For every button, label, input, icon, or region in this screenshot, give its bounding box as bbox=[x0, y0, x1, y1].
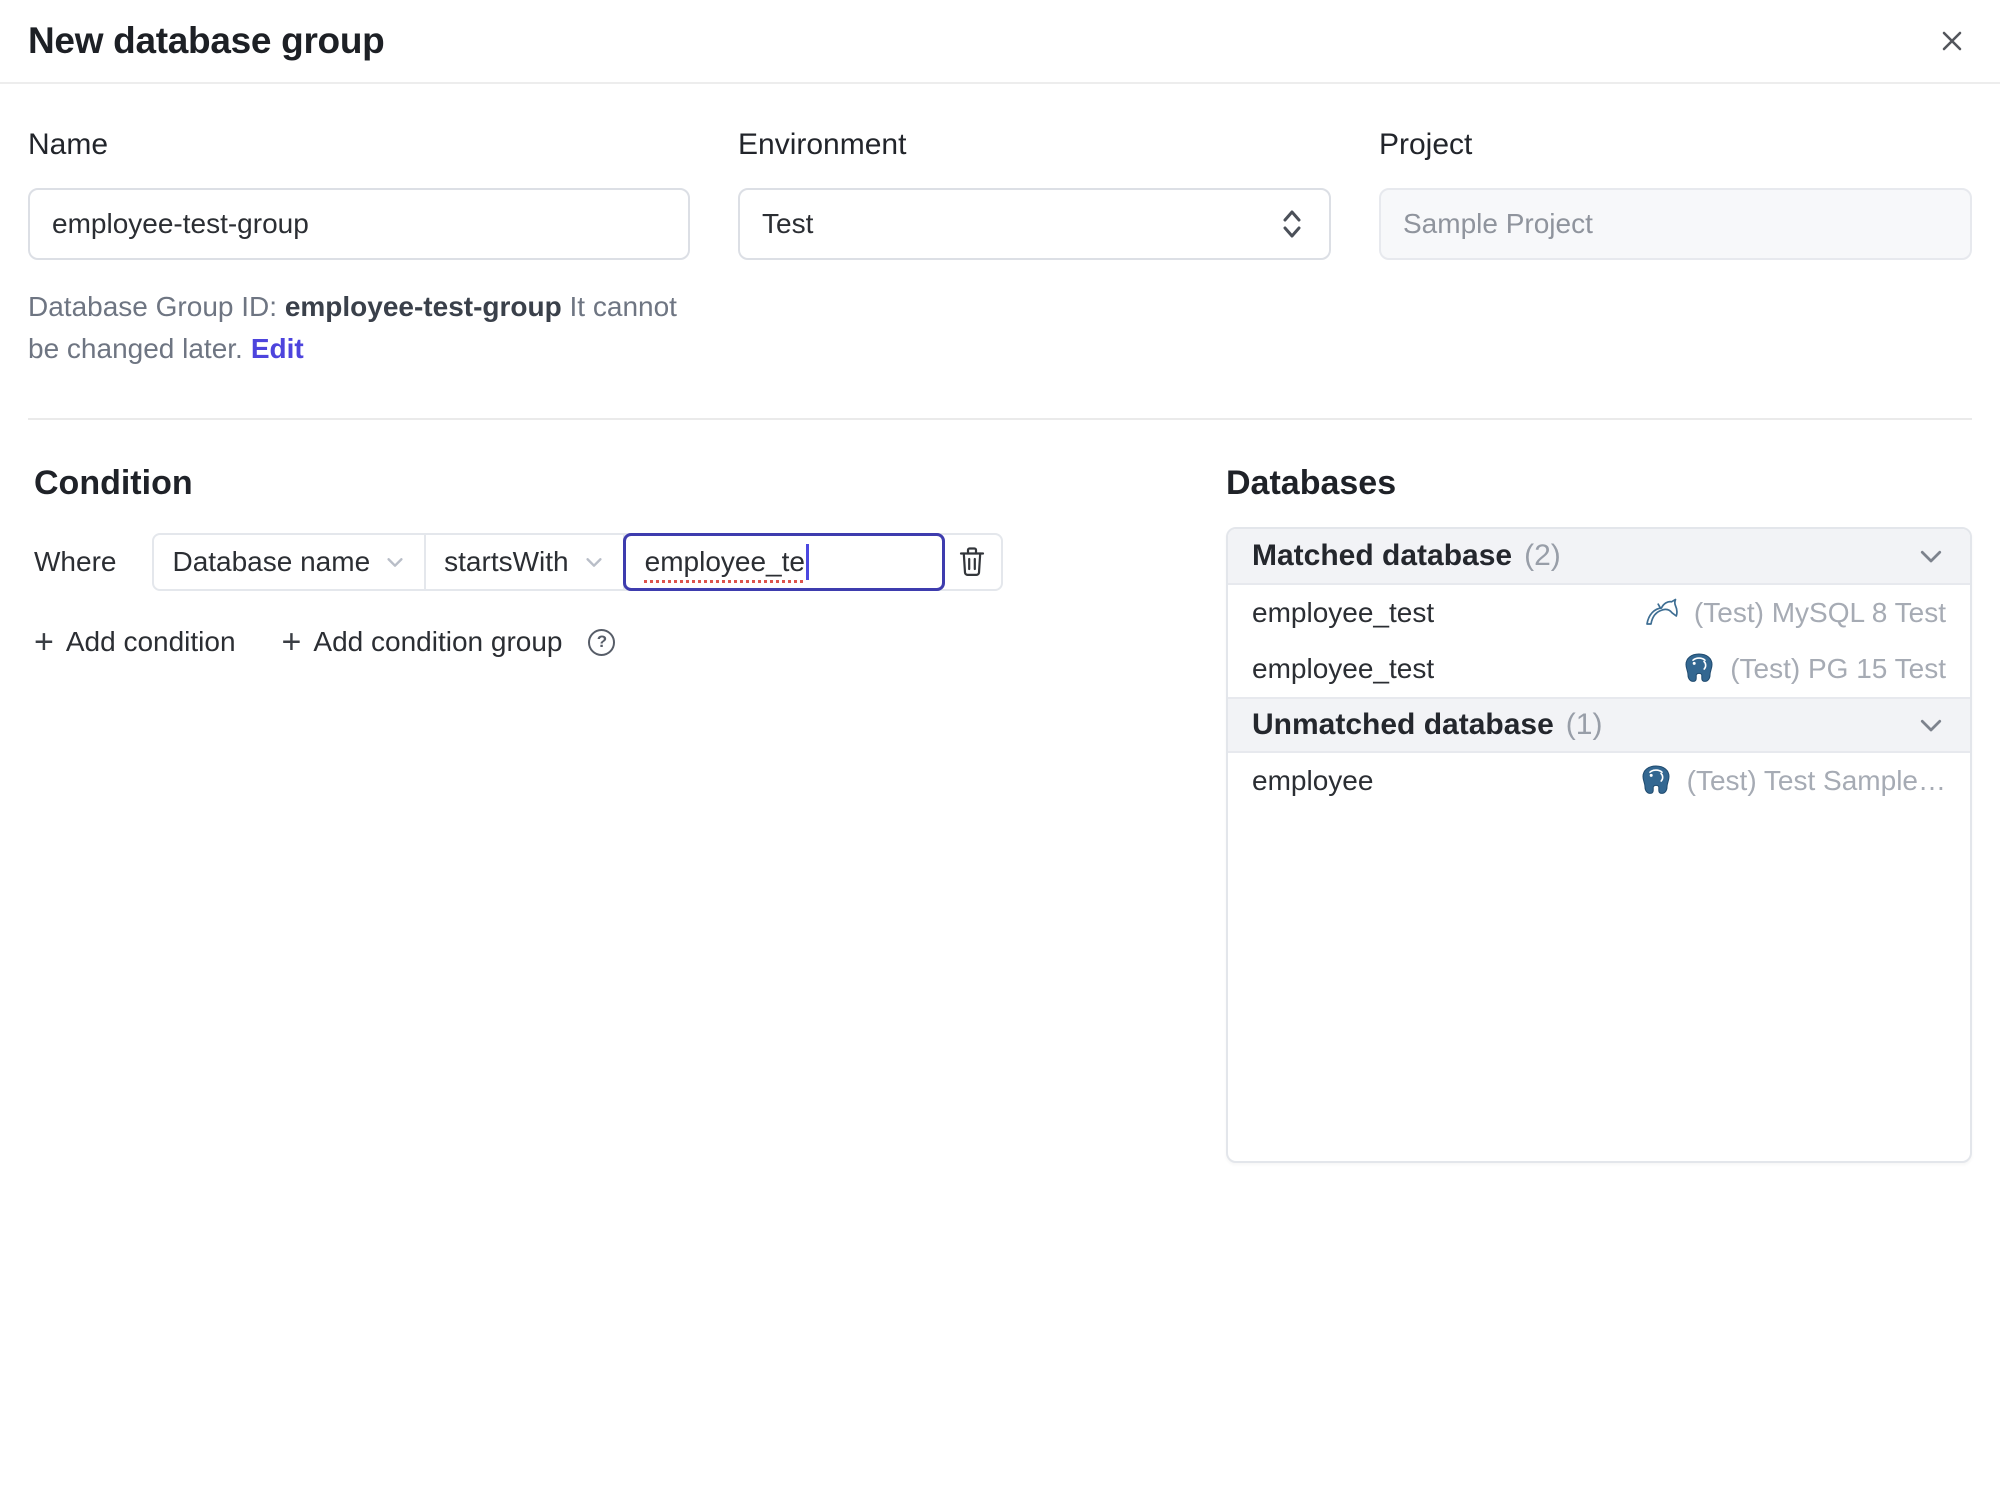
project-input[interactable]: Sample Project bbox=[1379, 188, 1972, 260]
environment-select[interactable]: Test bbox=[738, 188, 1331, 260]
name-field-group: Name employee-test-group Database Group … bbox=[28, 128, 690, 370]
section-divider bbox=[28, 418, 1972, 420]
databases-heading: Databases bbox=[1226, 464, 1397, 502]
project-input-value: Sample Project bbox=[1403, 208, 1593, 239]
condition-value-input[interactable]: employee_te bbox=[622, 533, 945, 591]
condition-field-select[interactable]: Database name bbox=[154, 535, 427, 589]
chevron-down-icon bbox=[1920, 550, 1942, 563]
chevron-down-icon bbox=[586, 558, 602, 567]
plus-icon: + bbox=[34, 623, 54, 661]
name-label: Name bbox=[28, 128, 109, 161]
database-row: employee_test (Test) MySQL 8 Test bbox=[1228, 585, 1970, 641]
condition-operator-value: startsWith bbox=[444, 546, 569, 577]
id-hint-prefix: Database Group ID: bbox=[28, 291, 278, 322]
database-instance: (Test) PG 15 Test bbox=[1682, 652, 1946, 686]
project-label: Project bbox=[1379, 128, 1473, 161]
project-field-group: Project Sample Project bbox=[1379, 128, 1972, 370]
text-caret bbox=[805, 544, 809, 580]
environment-select-value: Test bbox=[762, 208, 814, 239]
condition-row: Where Database name startsWith employee_… bbox=[34, 533, 1178, 591]
add-condition-group-button[interactable]: + Add condition group ? bbox=[282, 625, 616, 659]
database-name: employee bbox=[1252, 765, 1374, 796]
matched-database-title: Matched database bbox=[1252, 539, 1513, 572]
help-icon[interactable]: ? bbox=[588, 628, 616, 656]
close-button[interactable] bbox=[1932, 21, 1972, 61]
database-instance-label: (Test) Test Sample… bbox=[1686, 765, 1946, 796]
condition-expression-group: Database name startsWith employee_te bbox=[152, 533, 1003, 591]
condition-section: Condition Where Database name startsWith bbox=[28, 464, 1178, 659]
name-input[interactable]: employee-test-group bbox=[28, 188, 690, 260]
databases-panel: Matched database (2) employee_test (Test… bbox=[1226, 527, 1972, 1163]
close-icon bbox=[1942, 31, 1962, 51]
database-instance: (Test) MySQL 8 Test bbox=[1644, 597, 1946, 629]
chevron-down-icon bbox=[387, 558, 403, 567]
delete-condition-button[interactable] bbox=[943, 535, 1001, 589]
chevron-up-down-icon bbox=[1283, 210, 1301, 238]
trash-icon bbox=[959, 547, 984, 577]
edit-link[interactable]: Edit bbox=[251, 333, 304, 364]
postgres-icon bbox=[1642, 765, 1670, 794]
database-group-id-hint: Database Group ID: employee-test-group I… bbox=[28, 286, 690, 370]
databases-section: Databases Matched database (2) employee_… bbox=[1226, 464, 1972, 1163]
unmatched-database-count: (1) bbox=[1565, 708, 1603, 741]
database-instance-label: (Test) MySQL 8 Test bbox=[1693, 597, 1946, 628]
condition-field-value: Database name bbox=[172, 546, 371, 577]
database-row: employee_test (Test) PG 15 Test bbox=[1228, 641, 1970, 697]
condition-value-text: employee_te bbox=[644, 546, 805, 577]
form-grid: Name employee-test-group Database Group … bbox=[0, 128, 2000, 370]
unmatched-database-header[interactable]: Unmatched database (1) bbox=[1228, 697, 1970, 753]
lower-content: Condition Where Database name startsWith bbox=[0, 464, 2000, 1163]
matched-database-count: (2) bbox=[1524, 539, 1561, 572]
mysql-icon bbox=[1646, 598, 1678, 625]
matched-database-header[interactable]: Matched database (2) bbox=[1228, 529, 1970, 585]
add-condition-group-label: Add condition group bbox=[313, 626, 563, 657]
database-name: employee_test bbox=[1252, 597, 1435, 628]
plus-icon: + bbox=[281, 623, 302, 661]
database-name: employee_test bbox=[1252, 653, 1435, 684]
add-condition-button[interactable]: + Add condition bbox=[34, 625, 236, 659]
environment-label: Environment bbox=[738, 128, 907, 161]
postgres-icon bbox=[1685, 653, 1713, 682]
database-row: employee (Test) Test Sample… bbox=[1228, 753, 1970, 809]
id-hint-value: employee-test-group bbox=[284, 291, 562, 322]
condition-operator-select[interactable]: startsWith bbox=[426, 535, 625, 589]
unmatched-database-title: Unmatched database bbox=[1252, 708, 1554, 741]
where-label: Where bbox=[34, 546, 117, 577]
environment-field-group: Environment Test bbox=[738, 128, 1331, 370]
database-instance-label: (Test) PG 15 Test bbox=[1730, 653, 1946, 684]
name-input-value: employee-test-group bbox=[52, 208, 309, 239]
page-title: New database group bbox=[28, 20, 385, 61]
dialog-header: New database group bbox=[0, 0, 2000, 84]
condition-actions-row: + Add condition + Add condition group ? bbox=[34, 625, 1178, 659]
database-instance: (Test) Test Sample… bbox=[1639, 764, 1946, 798]
chevron-down-icon bbox=[1920, 719, 1942, 732]
add-condition-label: Add condition bbox=[65, 626, 236, 657]
condition-heading: Condition bbox=[34, 464, 193, 502]
